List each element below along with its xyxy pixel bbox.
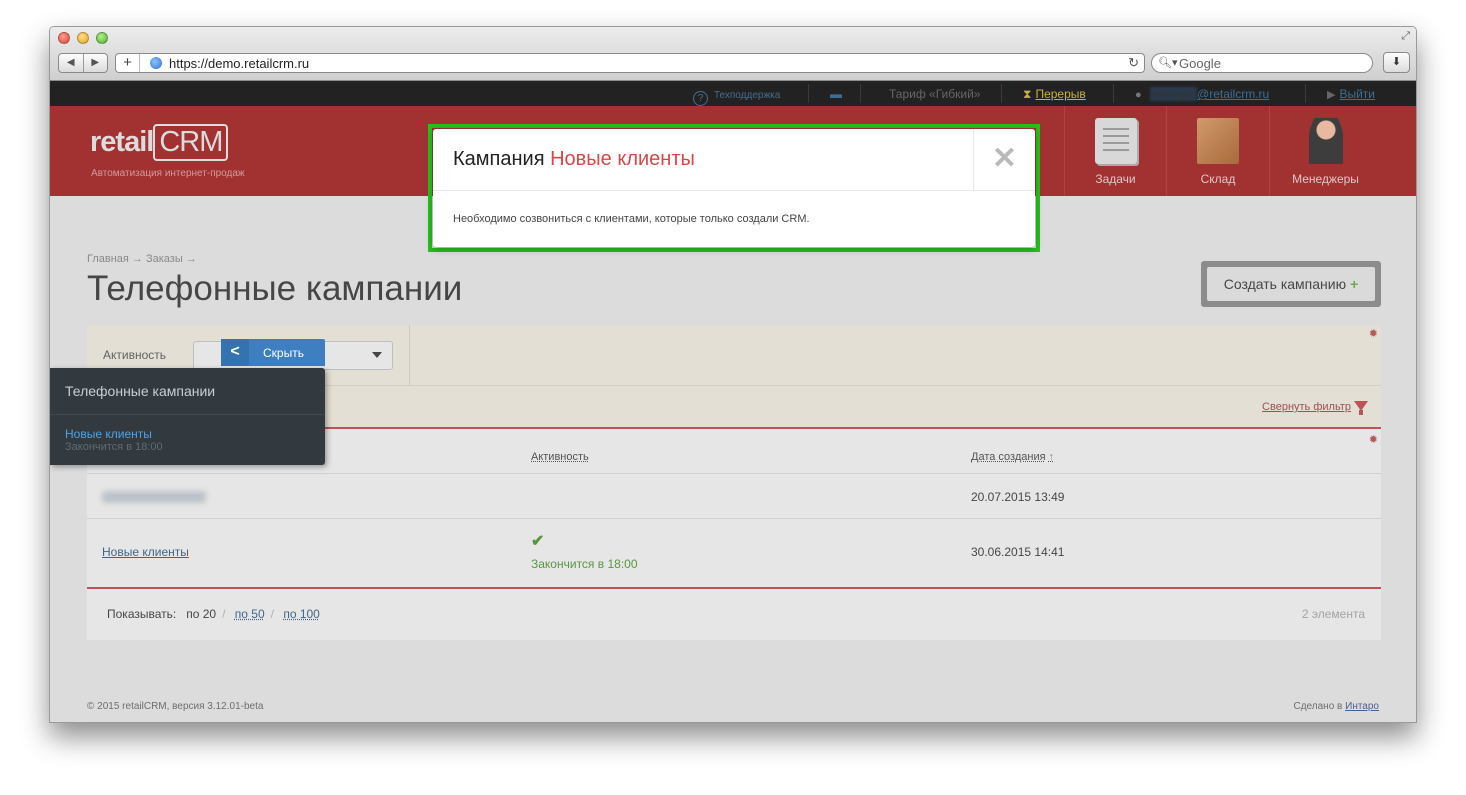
help-icon: ? xyxy=(693,91,708,106)
side-panel-title: Телефонные кампании xyxy=(65,383,216,399)
zoom-window-button[interactable] xyxy=(96,32,108,44)
url-text[interactable]: https://demo.retailcrm.ru xyxy=(169,56,309,71)
campaign-modal: Кампания Новые клиенты ✕ Необходимо созв… xyxy=(433,129,1035,247)
close-window-button[interactable] xyxy=(58,32,70,44)
chevron-left-icon: < xyxy=(221,339,249,366)
user-icon: ● xyxy=(1135,89,1142,101)
logo[interactable]: retail CRM xyxy=(90,124,229,161)
nav-tasks[interactable]: Задачи xyxy=(1064,106,1166,196)
user-email-link[interactable]: ● manager@retailcrm.ru xyxy=(1135,87,1269,101)
minimize-window-button[interactable] xyxy=(77,32,89,44)
manager-avatar-icon xyxy=(1308,118,1343,164)
back-icon[interactable]: ◀ xyxy=(59,54,83,72)
back-forward-buttons: ◀ ▶ xyxy=(58,53,108,73)
forward-icon[interactable]: ▶ xyxy=(82,54,108,72)
add-bookmark-icon[interactable]: + xyxy=(116,54,140,72)
search-placeholder: Google xyxy=(1179,56,1221,71)
fullscreen-icon[interactable]: ⤢ xyxy=(1401,30,1410,43)
modal-title: Кампания Новые клиенты xyxy=(453,148,695,170)
logout-link[interactable]: ▶ Выйти xyxy=(1327,87,1375,101)
hide-panel-button[interactable]: < Скрыть xyxy=(221,339,325,366)
downloads-button[interactable]: ⬇ xyxy=(1383,52,1410,73)
close-icon[interactable]: ✕ xyxy=(973,129,1035,191)
side-panel-campaign-link[interactable]: Новые клиенты xyxy=(65,427,152,441)
side-panel: Телефонные кампании Новые клиенты Законч… xyxy=(50,368,325,465)
logout-icon: ▶ xyxy=(1327,89,1336,101)
box-icon xyxy=(1197,118,1239,164)
browser-window: ⤢ ◀ ▶ + https://demo.retailcrm.ru ↻ 🔍︎▾ … xyxy=(49,26,1417,723)
globe-icon xyxy=(150,57,162,69)
modal-header: Кампания Новые клиенты ✕ xyxy=(433,129,1035,191)
tasks-icon xyxy=(1094,118,1137,164)
address-bar[interactable]: + https://demo.retailcrm.ru ↻ xyxy=(115,53,1145,73)
break-link[interactable]: ⧗ Перерыв xyxy=(1023,87,1086,102)
chat-icon[interactable]: ▬ xyxy=(830,87,842,101)
modal-body-text: Необходимо созвониться с клиентами, кото… xyxy=(453,213,810,225)
browser-toolbar: ⤢ ◀ ▶ + https://demo.retailcrm.ru ↻ 🔍︎▾ … xyxy=(50,27,1416,81)
reload-icon[interactable]: ↻ xyxy=(1128,55,1139,71)
nav-store[interactable]: Склад xyxy=(1166,106,1269,196)
support-link[interactable]: ? Техподдержка xyxy=(693,87,780,106)
search-field[interactable]: 🔍︎▾ Google xyxy=(1151,53,1373,73)
top-bar: ? Техподдержка ▬ Тариф «Гибкий» ⧗ Перерыв … xyxy=(50,81,1416,106)
page: ? Техподдержка ▬ Тариф «Гибкий» ⧗ Перерыв … xyxy=(50,81,1416,722)
search-icon: 🔍︎▾ xyxy=(1158,57,1178,69)
side-panel-campaign-status: Закончится в 18:00 xyxy=(65,441,163,453)
tagline: Автоматизация интернет-продаж xyxy=(91,168,245,179)
nav-managers[interactable]: Менеджеры xyxy=(1269,106,1381,196)
tariff-label: Тариф «Гибкий» xyxy=(889,87,981,101)
hourglass-icon: ⧗ xyxy=(1023,87,1032,101)
